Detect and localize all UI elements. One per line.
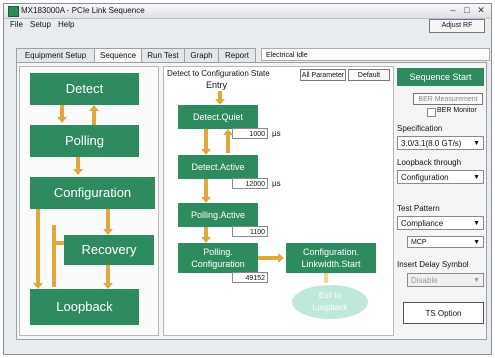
detect-to-configuration-panel: Detect to Configuration State All Parame…	[163, 66, 394, 336]
exit-line2: Loopback	[312, 303, 348, 312]
detect-quiet-time-input[interactable]: 1000	[232, 128, 268, 139]
state-recovery[interactable]: Recovery	[64, 235, 154, 265]
polling-active-time-input[interactable]: 1100	[232, 226, 268, 237]
chevron-down-icon: ▼	[473, 277, 480, 284]
loopback-through-value: Configuration	[401, 173, 449, 182]
app-window: MX183000A - PCIe Link Sequence – □ ✕ Fil…	[3, 3, 492, 355]
arrow-loopback-return	[52, 225, 56, 287]
arrow-head-up	[223, 129, 233, 135]
maximize-icon[interactable]: □	[461, 5, 473, 16]
insert-delay-symbol-select[interactable]: Disable ▼	[407, 273, 484, 287]
polling-configuration-time-input[interactable]: 49152	[232, 272, 268, 283]
entry-label: Entry	[206, 80, 228, 90]
ber-monitor-checkbox[interactable]	[427, 108, 436, 117]
arrow-head-down	[73, 169, 83, 175]
arrow-head-up	[89, 105, 99, 111]
ber-monitor-label: BER Monitor	[437, 107, 477, 114]
status-field: Electrical Idle	[261, 48, 490, 61]
minimize-icon[interactable]: –	[447, 5, 459, 16]
arrow-quiet-active	[204, 129, 208, 151]
adjust-rf-button[interactable]: Adjust RF	[429, 19, 485, 33]
panel-title: Detect to Configuration State	[167, 69, 270, 78]
test-pattern-value: Compliance	[401, 219, 444, 228]
arrow-head-down	[57, 117, 67, 123]
arrow-configuration-recovery	[106, 209, 110, 231]
insert-delay-symbol-value: Disable	[411, 276, 438, 285]
polling-configuration-line1: Polling.	[203, 247, 233, 257]
tab-sequence[interactable]: Sequence	[94, 48, 142, 63]
linkwidth-line2: Linkwidth.Start	[301, 259, 361, 269]
arrow-polling-detect	[92, 111, 96, 125]
ltssm-overview: Detect Polling Configuration Recovery Lo…	[19, 66, 159, 336]
chevron-down-icon: ▼	[473, 220, 480, 227]
state-polling-active[interactable]: Polling.Active	[178, 203, 258, 227]
window-title: MX183000A - PCIe Link Sequence	[21, 6, 145, 15]
state-configuration[interactable]: Configuration	[30, 177, 155, 209]
close-icon[interactable]: ✕	[475, 5, 487, 16]
state-polling[interactable]: Polling	[30, 125, 139, 157]
exit-line1: Exit to	[318, 291, 342, 300]
sequence-panel: Detect Polling Configuration Recovery Lo…	[16, 62, 487, 340]
detect-active-time-input[interactable]: 12000	[232, 178, 268, 189]
specification-label: Specification	[397, 124, 443, 133]
default-button[interactable]: Default	[348, 69, 390, 81]
arrow-to-linkwidth	[258, 256, 280, 260]
control-panel: Sequence Start BER Measurement BER Monit…	[397, 66, 486, 336]
sequence-start-button[interactable]: Sequence Start	[397, 68, 484, 86]
insert-delay-symbol-label: Insert Delay Symbol	[397, 260, 469, 269]
arrow-active-quiet	[226, 135, 230, 153]
state-loopback[interactable]: Loopback	[30, 289, 139, 325]
exit-to-loopback: Exit to Loopback	[292, 285, 368, 319]
unit-label: µs	[272, 179, 281, 188]
tab-graph[interactable]: Graph	[184, 48, 219, 62]
arrow-active-polling	[204, 179, 208, 199]
arrow-head-right	[278, 253, 284, 263]
pattern-sub-select[interactable]: MCP ▼	[407, 236, 484, 248]
polling-configuration-line2: Configuration	[191, 259, 245, 269]
app-icon	[8, 6, 19, 17]
ts-option-button[interactable]: TS Option	[403, 302, 484, 324]
arrow-recovery-link	[52, 241, 64, 245]
test-pattern-label: Test Pattern	[397, 204, 440, 213]
pattern-sub-value: MCP	[411, 239, 427, 246]
loopback-through-select[interactable]: Configuration ▼	[397, 170, 484, 184]
menu-setup[interactable]: Setup	[30, 20, 51, 29]
linkwidth-line1: Configuration.	[302, 247, 360, 257]
state-configuration-linkwidth-start[interactable]: Configuration. Linkwidth.Start	[286, 243, 376, 273]
tab-report[interactable]: Report	[218, 48, 256, 62]
menu-bar: File Setup Help	[4, 20, 491, 32]
state-polling-configuration[interactable]: Polling. Configuration	[178, 243, 258, 273]
chevron-down-icon: ▼	[473, 239, 480, 246]
state-detect[interactable]: Detect	[30, 73, 139, 105]
state-detect-quiet[interactable]: Detect.Quiet	[178, 105, 258, 129]
all-parameter-button[interactable]: All Parameter	[300, 69, 346, 81]
arrow-to-exit	[324, 273, 328, 283]
unit-label: µs	[272, 129, 281, 138]
specification-select[interactable]: 3.0/3.1(8.0 GT/s) ▼	[397, 136, 484, 150]
tab-equipment-setup[interactable]: Equipment Setup	[16, 48, 95, 62]
menu-help[interactable]: Help	[58, 20, 74, 29]
loopback-through-label: Loopback through	[397, 158, 462, 167]
chevron-down-icon: ▼	[473, 140, 480, 147]
tab-run-test[interactable]: Run Test	[141, 48, 185, 62]
specification-value: 3.0/3.1(8.0 GT/s)	[401, 139, 462, 148]
arrow-configuration-loopback	[36, 209, 40, 285]
state-detect-active[interactable]: Detect.Active	[178, 155, 258, 179]
test-pattern-select[interactable]: Compliance ▼	[397, 216, 484, 230]
ber-measurement-button[interactable]: BER Measurement	[413, 93, 483, 105]
menu-file[interactable]: File	[10, 20, 23, 29]
chevron-down-icon: ▼	[473, 174, 480, 181]
arrow-recovery-loopback	[106, 265, 110, 285]
title-bar: MX183000A - PCIe Link Sequence – □ ✕	[4, 4, 491, 19]
